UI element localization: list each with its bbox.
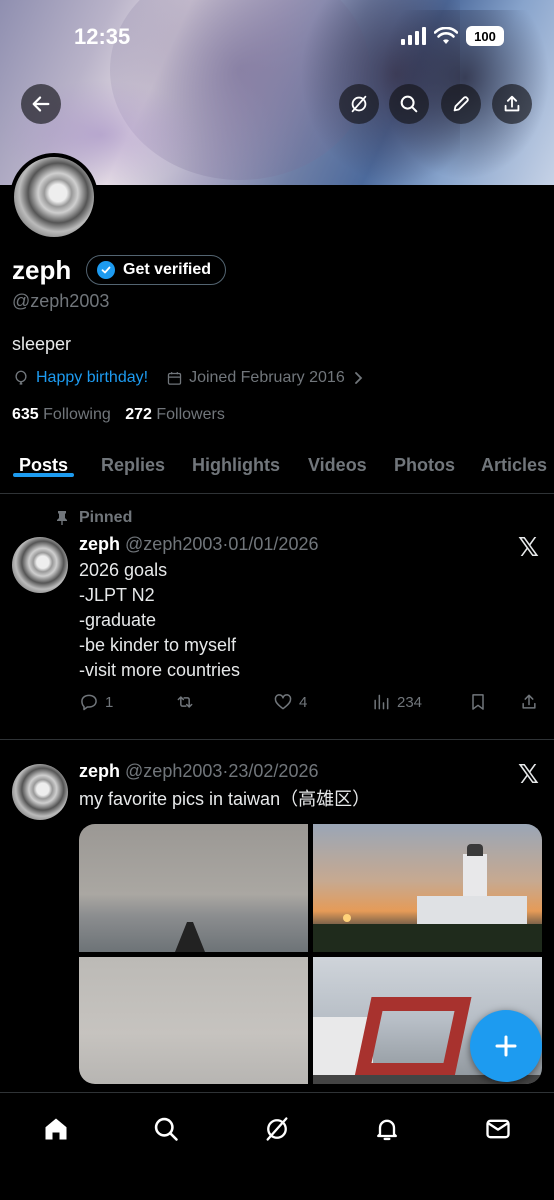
birthday-link[interactable]: Happy birthday! [36, 369, 148, 387]
followers-link[interactable]: 272 Followers [125, 406, 225, 423]
profile-handle: @zeph2003 [12, 291, 110, 311]
post-share-button[interactable] [519, 692, 539, 712]
post-header: zeph @zeph2003·23/02/2026 [79, 761, 319, 781]
nav-notifications[interactable] [367, 1109, 407, 1149]
search-icon [400, 95, 418, 113]
get-verified-button[interactable]: Get verified [86, 255, 227, 285]
following-count: 635 [12, 406, 39, 423]
back-button[interactable] [21, 84, 61, 124]
post-author-name[interactable]: zeph [79, 534, 120, 554]
get-verified-label: Get verified [123, 261, 212, 278]
pinned-label: Pinned [79, 509, 133, 526]
edit-button[interactable] [441, 84, 481, 124]
status-time: 12:35 [74, 24, 131, 49]
share-icon [522, 694, 536, 709]
grok-button[interactable] [339, 84, 379, 124]
chevron-right-icon [354, 372, 362, 384]
photo-hazy-sky[interactable] [79, 957, 308, 1084]
status-icons: 100 [401, 26, 504, 46]
post-author-handle[interactable]: @zeph2003 [125, 534, 222, 554]
share-button[interactable] [492, 84, 532, 124]
home-icon [45, 1118, 67, 1140]
search-icon [154, 1117, 178, 1141]
following-link[interactable]: 635 Following [12, 406, 111, 423]
bookmark-icon [472, 694, 484, 710]
pencil-icon [453, 96, 469, 112]
grok-icon [351, 95, 367, 113]
following-label: Following [43, 406, 111, 423]
views-count: 234 [397, 693, 423, 711]
wifi-icon [434, 27, 458, 44]
profile-bio: sleeper [12, 334, 72, 354]
bottom-nav [0, 1092, 554, 1200]
post-date[interactable]: 23/02/2026 [228, 761, 318, 781]
tab-highlights[interactable]: Highlights [192, 450, 280, 476]
views-chart-icon [374, 694, 389, 710]
post-text: 2026 goals -JLPT N2 -graduate -be kinder… [79, 560, 241, 680]
post-actions: 1 4 234 [79, 692, 544, 716]
verified-badge-icon [97, 261, 115, 279]
arrow-left-icon [32, 96, 50, 112]
x-logo-icon: 𝕏 [518, 532, 539, 562]
joined-date[interactable]: Joined February 2016 [189, 369, 345, 387]
tab-posts[interactable]: Posts [12, 450, 75, 477]
followers-count: 272 [125, 406, 152, 423]
reply-icon [81, 694, 97, 711]
post-text: my favorite pics in taiwan（高雄区） [79, 789, 371, 809]
post-author-handle[interactable]: @zeph2003 [125, 761, 222, 781]
tab-videos[interactable]: Videos [308, 450, 367, 476]
mail-icon [486, 1119, 510, 1139]
profile-meta: Happy birthday! Joined February 2016 [12, 369, 365, 387]
nav-home[interactable] [36, 1109, 76, 1149]
follow-stats: 635 Following 272 Followers [12, 406, 225, 424]
like-count: 4 [299, 693, 308, 711]
plus-icon [495, 1035, 517, 1057]
compose-button[interactable] [470, 1010, 542, 1082]
calendar-icon [167, 371, 182, 385]
search-button[interactable] [389, 84, 429, 124]
tab-photos[interactable]: Photos [394, 450, 455, 476]
profile-tabs: Posts Replies Highlights Videos Photos A… [0, 450, 554, 494]
repost-icon [177, 696, 193, 708]
photo-sea-breakwater[interactable] [79, 824, 308, 952]
x-logo-icon: 𝕏 [518, 759, 539, 789]
tab-articles[interactable]: Articles [481, 450, 547, 476]
signal-icon [401, 27, 426, 45]
reply-count: 1 [105, 693, 114, 711]
repost-button[interactable] [175, 692, 195, 712]
post-author-name[interactable]: zeph [79, 761, 120, 781]
views-button[interactable]: 234 [371, 692, 422, 712]
balloon-icon [15, 370, 27, 385]
post-date[interactable]: 01/01/2026 [228, 534, 318, 554]
battery-icon: 100 [466, 26, 504, 46]
profile-avatar[interactable] [10, 153, 98, 241]
reply-button[interactable]: 1 [79, 692, 113, 712]
grok-icon [266, 1117, 288, 1141]
followers-label: Followers [156, 406, 225, 423]
nav-grok[interactable] [257, 1109, 297, 1149]
post-avatar[interactable] [12, 764, 68, 820]
profile-name: zeph [12, 255, 72, 285]
post-avatar[interactable] [12, 537, 68, 593]
photo-lighthouse-sunset[interactable] [313, 824, 542, 952]
nav-search[interactable] [146, 1109, 186, 1149]
pin-icon [57, 511, 67, 525]
post-header: zeph @zeph2003·01/01/2026 [79, 534, 319, 554]
heart-icon [274, 694, 292, 710]
bell-icon [377, 1119, 397, 1141]
post-divider [0, 739, 554, 740]
tab-replies[interactable]: Replies [101, 450, 165, 476]
nav-messages[interactable] [478, 1109, 518, 1149]
bookmark-button[interactable] [468, 692, 488, 712]
like-button[interactable]: 4 [273, 692, 307, 712]
share-icon [504, 95, 520, 112]
